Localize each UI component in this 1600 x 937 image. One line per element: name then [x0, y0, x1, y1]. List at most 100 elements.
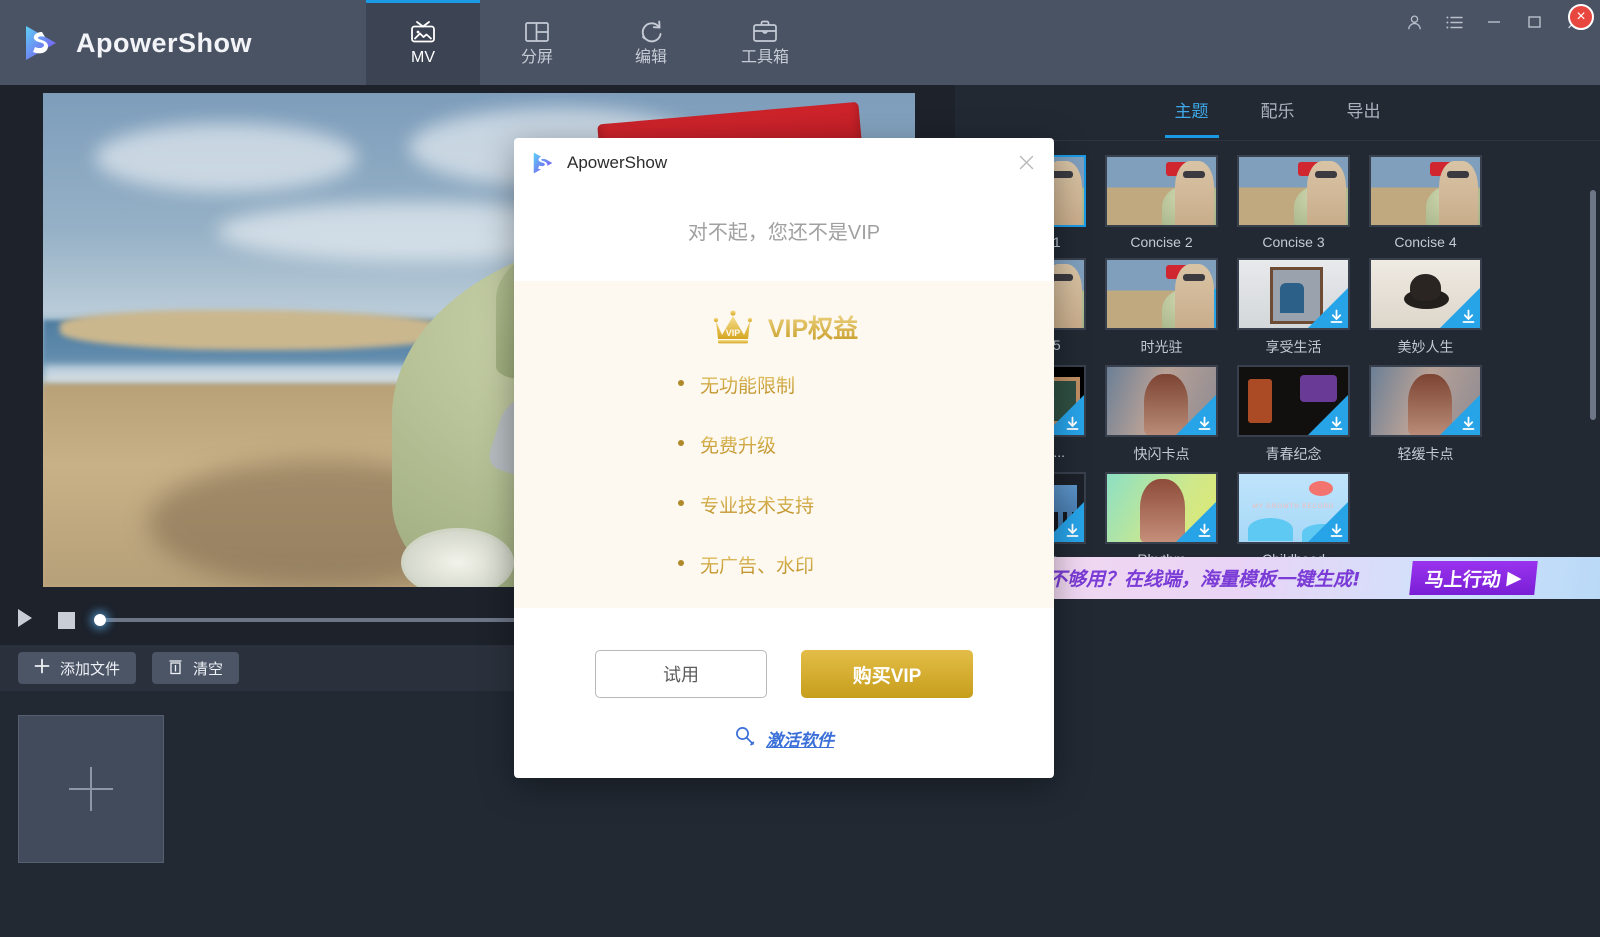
maximize-icon[interactable] — [1518, 8, 1550, 36]
nav-tab-edit[interactable]: 编辑 — [594, 0, 708, 85]
download-badge-icon[interactable] — [1308, 395, 1348, 435]
theme-thumbnail — [1105, 365, 1218, 437]
split-screen-icon — [522, 18, 552, 46]
add-file-button[interactable]: 添加文件 — [18, 652, 136, 684]
nav-tab-toolbox[interactable]: 工具箱 — [708, 0, 822, 85]
theme-thumbnail: MY GROWTH RECORD — [1237, 472, 1350, 544]
vip-modal-subtitle: 对不起，您还不是VIP — [514, 188, 1054, 281]
stop-icon[interactable] — [58, 612, 75, 629]
theme-item[interactable]: Concise 3 — [1237, 155, 1350, 250]
nav-tab-mv[interactable]: MV — [366, 0, 480, 85]
scrollbar-thumb[interactable] — [1590, 190, 1596, 420]
theme-item[interactable]: 轻缓卡点 — [1369, 365, 1482, 464]
tab-music-label: 配乐 — [1261, 102, 1295, 121]
theme-item[interactable]: 时光驻 — [1105, 258, 1218, 357]
theme-item[interactable]: Concise 2 — [1105, 155, 1218, 250]
clear-label: 清空 — [193, 658, 223, 679]
theme-item[interactable]: 快闪卡点 — [1105, 365, 1218, 464]
tab-music[interactable]: 配乐 — [1261, 87, 1295, 138]
theme-thumbnail-art — [1107, 157, 1216, 225]
vip-benefits-header: VIP VIP权益 — [514, 309, 1054, 345]
nav-tab-splitscreen-label: 分屏 — [521, 49, 553, 67]
theme-item[interactable]: Rhythm — [1105, 472, 1218, 567]
download-badge-icon[interactable] — [1176, 502, 1216, 542]
promo-banner-cta-label: 马上行动 — [1424, 565, 1503, 592]
theme-thumbnail-art — [1371, 157, 1480, 225]
vip-modal-title: ApowerShow — [567, 153, 667, 173]
buy-vip-button[interactable]: 购买VIP — [801, 650, 973, 698]
app-window: ApowerShow MV — [0, 0, 1600, 937]
thumb-person — [1175, 161, 1214, 225]
theme-item-label: 美妙人生 — [1369, 337, 1482, 357]
theme-item-label: Concise 3 — [1237, 234, 1350, 250]
download-badge-icon[interactable] — [1308, 288, 1348, 328]
theme-item-label: 时光驻 — [1105, 337, 1218, 357]
theme-thumbnail-art — [1107, 260, 1216, 328]
nav-tab-mv-label: MV — [411, 49, 435, 67]
theme-thumbnail — [1369, 258, 1482, 330]
menu-list-icon[interactable] — [1438, 8, 1470, 36]
vip-modal-close-icon[interactable] — [1012, 148, 1040, 176]
play-icon[interactable] — [16, 608, 34, 633]
theme-thumbnail-art — [1239, 157, 1348, 225]
minimize-icon[interactable] — [1478, 8, 1510, 36]
tab-export-label: 导出 — [1347, 102, 1381, 121]
progress-knob[interactable] — [94, 614, 106, 626]
promo-banner-close-icon[interactable]: × — [1568, 4, 1594, 30]
preview-cloud — [95, 123, 357, 192]
theme-thumbnail — [1237, 155, 1350, 227]
vip-benefit-item: 免费升级 — [700, 431, 1054, 458]
theme-thumbnail — [1105, 155, 1218, 227]
vip-modal-actions: 试用 购买VIP — [514, 650, 1054, 698]
nav-tab-toolbox-label: 工具箱 — [741, 49, 789, 67]
plus-icon — [69, 788, 113, 790]
download-badge-icon[interactable] — [1440, 395, 1480, 435]
apowershow-logo-icon — [20, 22, 62, 64]
tab-theme-label: 主题 — [1175, 102, 1209, 121]
theme-item[interactable]: 青春纪念 — [1237, 365, 1350, 464]
thumb-person — [1439, 161, 1478, 225]
download-badge-icon[interactable] — [1176, 395, 1216, 435]
nav-tab-splitscreen[interactable]: 分屏 — [480, 0, 594, 85]
brand-name: ApowerShow — [76, 28, 252, 59]
theme-thumbnail — [1237, 258, 1350, 330]
theme-item[interactable]: Concise 4 — [1369, 155, 1482, 250]
title-bar: ApowerShow MV — [0, 0, 1600, 85]
trial-button[interactable]: 试用 — [595, 650, 767, 698]
vip-benefit-item: 无功能限制 — [700, 371, 1054, 398]
right-panel-tabs: 主题 配乐 导出 — [955, 85, 1600, 141]
theme-item-label: 轻缓卡点 — [1369, 444, 1482, 464]
preview-rocks — [60, 310, 461, 350]
theme-item-label: Concise 2 — [1105, 234, 1218, 250]
download-badge-icon[interactable] — [1440, 288, 1480, 328]
toolbox-icon — [750, 18, 780, 46]
promo-banner-cta[interactable]: 马上行动 ▶ — [1410, 561, 1538, 595]
window-controls — [1398, 8, 1590, 36]
refresh-edit-icon — [636, 18, 666, 46]
play-arrow-icon: ▶ — [1506, 567, 1523, 590]
theme-thumbnail — [1369, 365, 1482, 437]
theme-item[interactable]: 享受生活 — [1237, 258, 1350, 357]
promo-banner[interactable]: 模板不够用？在线端，海量模板一键生成! 马上行动 ▶ — [1000, 557, 1600, 599]
tv-photo-icon — [408, 18, 438, 46]
vip-modal-header: ApowerShow — [514, 138, 1054, 188]
theme-item[interactable]: MY GROWTH RECORDChildhood — [1237, 472, 1350, 567]
activate-software-link[interactable]: 激活软件 — [514, 725, 1054, 752]
tab-export[interactable]: 导出 — [1347, 87, 1381, 138]
theme-item-label: Concise 4 — [1369, 234, 1482, 250]
theme-scrollbar[interactable] — [1590, 190, 1596, 610]
activate-software-label: 激活软件 — [766, 726, 834, 751]
add-media-placeholder[interactable] — [18, 715, 164, 863]
vip-benefit-item: 无广告、水印 — [700, 551, 1054, 578]
account-icon[interactable] — [1398, 8, 1430, 36]
theme-item[interactable]: 美妙人生 — [1369, 258, 1482, 357]
theme-thumbnail — [1105, 472, 1218, 544]
theme-thumbnail — [1237, 365, 1350, 437]
clear-button[interactable]: 清空 — [152, 652, 239, 684]
apowershow-logo-icon — [530, 150, 556, 176]
vip-benefits-list: 无功能限制免费升级专业技术支持无广告、水印 — [514, 371, 1054, 578]
tab-theme[interactable]: 主题 — [1175, 87, 1209, 138]
download-badge-icon[interactable] — [1308, 502, 1348, 542]
theme-item-label: 青春纪念 — [1237, 444, 1350, 464]
nav-tab-edit-label: 编辑 — [635, 49, 667, 67]
